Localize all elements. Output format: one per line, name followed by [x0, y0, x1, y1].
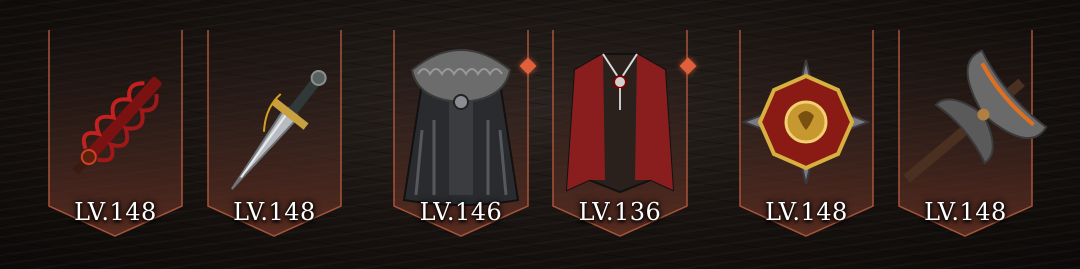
equipment-slot-medal[interactable]: LV.148 [739, 30, 874, 238]
level-label: LV.136 [578, 198, 662, 226]
equipment-slot-axe[interactable]: LV.148 [898, 30, 1048, 238]
equipment-slot-weapon[interactable]: LV.148 [48, 30, 183, 238]
equipment-slot-cloak[interactable]: LV.146 [393, 30, 537, 238]
equipment-slot-armor[interactable]: LV.136 [552, 30, 697, 238]
level-label: LV.148 [765, 198, 848, 226]
level-label: LV.148 [233, 198, 316, 226]
level-label: LV.148 [74, 198, 157, 226]
equipment-slot-offhand[interactable]: LV.148 [207, 30, 342, 238]
level-label: LV.146 [419, 198, 503, 226]
level-label: LV.148 [924, 198, 1007, 226]
